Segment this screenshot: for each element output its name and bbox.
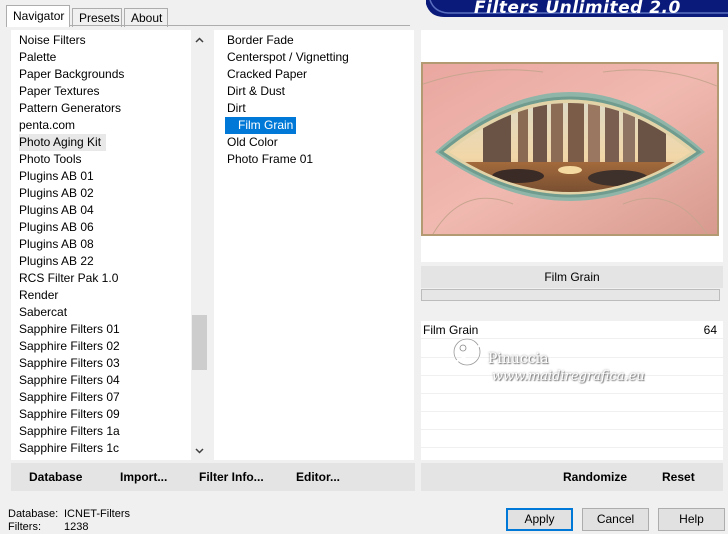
app-banner: Filters Unlimited 2.0: [426, 0, 728, 17]
category-item[interactable]: Render: [11, 287, 208, 304]
watermark-url: www.maidiregrafica.eu: [492, 369, 645, 384]
filters-label: Filters:: [8, 521, 41, 533]
chevron-up-icon[interactable]: [191, 32, 208, 49]
filters-count: 1238: [64, 521, 89, 533]
parameter-row-empty: [421, 412, 723, 430]
parameter-value[interactable]: 64: [704, 323, 717, 337]
chevron-down-icon[interactable]: [191, 443, 208, 460]
database-button[interactable]: Database: [29, 470, 82, 484]
filter-info-button[interactable]: Filter Info...: [199, 470, 264, 484]
filter-item[interactable]: Centerspot / Vignetting: [214, 49, 414, 66]
parameter-row-empty: [421, 430, 723, 448]
filter-item[interactable]: Dirt: [214, 100, 414, 117]
category-item[interactable]: Paper Backgrounds: [11, 66, 208, 83]
scrollbar-thumb[interactable]: [192, 315, 207, 370]
help-button[interactable]: Help: [658, 508, 725, 531]
category-items: Noise Filters Palette Paper Backgrounds Pap…: [11, 32, 208, 457]
preview-image: [421, 62, 719, 236]
filter-item[interactable]: Dirt & Dust: [214, 83, 414, 100]
editor-button[interactable]: Editor...: [296, 470, 340, 484]
database-value: ICNET-Filters: [64, 508, 130, 520]
filter-list[interactable]: Border Fade Centerspot / Vignetting Cracke…: [214, 30, 414, 460]
filter-item[interactable]: Old Color: [214, 134, 414, 151]
left-button-bar: Database Import... Filter Info... Editor…: [11, 463, 415, 491]
right-button-bar: Randomize Reset: [421, 463, 723, 491]
category-item[interactable]: Photo Aging Kit: [11, 134, 208, 151]
filter-item[interactable]: Border Fade: [214, 32, 414, 49]
category-item[interactable]: Sabercat: [11, 304, 208, 321]
category-item[interactable]: Sapphire Filters 07: [11, 389, 208, 406]
banner-title: Filters Unlimited 2.0: [474, 0, 681, 17]
category-item[interactable]: Plugins AB 22: [11, 253, 208, 270]
filter-item-selected-label: Film Grain: [225, 117, 297, 134]
category-item[interactable]: Plugins AB 06: [11, 219, 208, 236]
category-item[interactable]: Paper Textures: [11, 83, 208, 100]
filter-items: Border Fade Centerspot / Vignetting Cracke…: [214, 32, 414, 168]
preview-panel: [421, 30, 723, 262]
category-item[interactable]: Noise Filters: [11, 32, 208, 49]
category-item[interactable]: Sapphire Filters 02: [11, 338, 208, 355]
category-item[interactable]: Plugins AB 01: [11, 168, 208, 185]
category-item[interactable]: Sapphire Filters 03: [11, 355, 208, 372]
randomize-button[interactable]: Randomize: [563, 470, 627, 484]
parameter-row-empty: [421, 394, 723, 412]
category-item[interactable]: Photo Tools: [11, 151, 208, 168]
cancel-button[interactable]: Cancel: [582, 508, 649, 531]
tab-strip: Navigator Presets About: [6, 5, 426, 27]
watermark-name: Pinuccia: [488, 351, 549, 367]
category-list[interactable]: Noise Filters Palette Paper Backgrounds Pap…: [11, 30, 208, 460]
category-item[interactable]: Sapphire Filters 09: [11, 406, 208, 423]
tab-navigator[interactable]: Navigator: [6, 5, 70, 27]
filter-item[interactable]: Film Grain: [214, 117, 414, 134]
category-item[interactable]: RCS Filter Pak 1.0: [11, 270, 208, 287]
category-item[interactable]: Plugins AB 02: [11, 185, 208, 202]
watermark-logo: [449, 334, 489, 373]
category-item[interactable]: Plugins AB 04: [11, 202, 208, 219]
filter-item[interactable]: Cracked Paper: [214, 66, 414, 83]
category-item[interactable]: Pattern Generators: [11, 100, 208, 117]
category-item-label: Photo Aging Kit: [19, 134, 107, 151]
filter-item[interactable]: Photo Frame 01: [214, 151, 414, 168]
category-item[interactable]: Sapphire Filters 01: [11, 321, 208, 338]
import-button[interactable]: Import...: [120, 470, 167, 484]
filter-title: Film Grain: [421, 266, 723, 288]
category-item[interactable]: Palette: [11, 49, 208, 66]
category-item[interactable]: penta.com: [11, 117, 208, 134]
category-item[interactable]: Sapphire Filters 1a: [11, 423, 208, 440]
category-item[interactable]: Plugins AB 08: [11, 236, 208, 253]
category-item[interactable]: Sapphire Filters 04: [11, 372, 208, 389]
apply-button[interactable]: Apply: [506, 508, 573, 531]
category-item[interactable]: Sapphire Filters 1c: [11, 440, 208, 457]
progress-bar: [421, 289, 720, 301]
category-scrollbar[interactable]: [191, 30, 208, 460]
status-database: Database: ICNET-Filters: [8, 508, 130, 520]
status-filters: Filters: 1238: [8, 521, 88, 533]
database-label: Database:: [8, 508, 59, 520]
reset-button[interactable]: Reset: [662, 470, 695, 484]
parameter-header: [421, 303, 723, 321]
